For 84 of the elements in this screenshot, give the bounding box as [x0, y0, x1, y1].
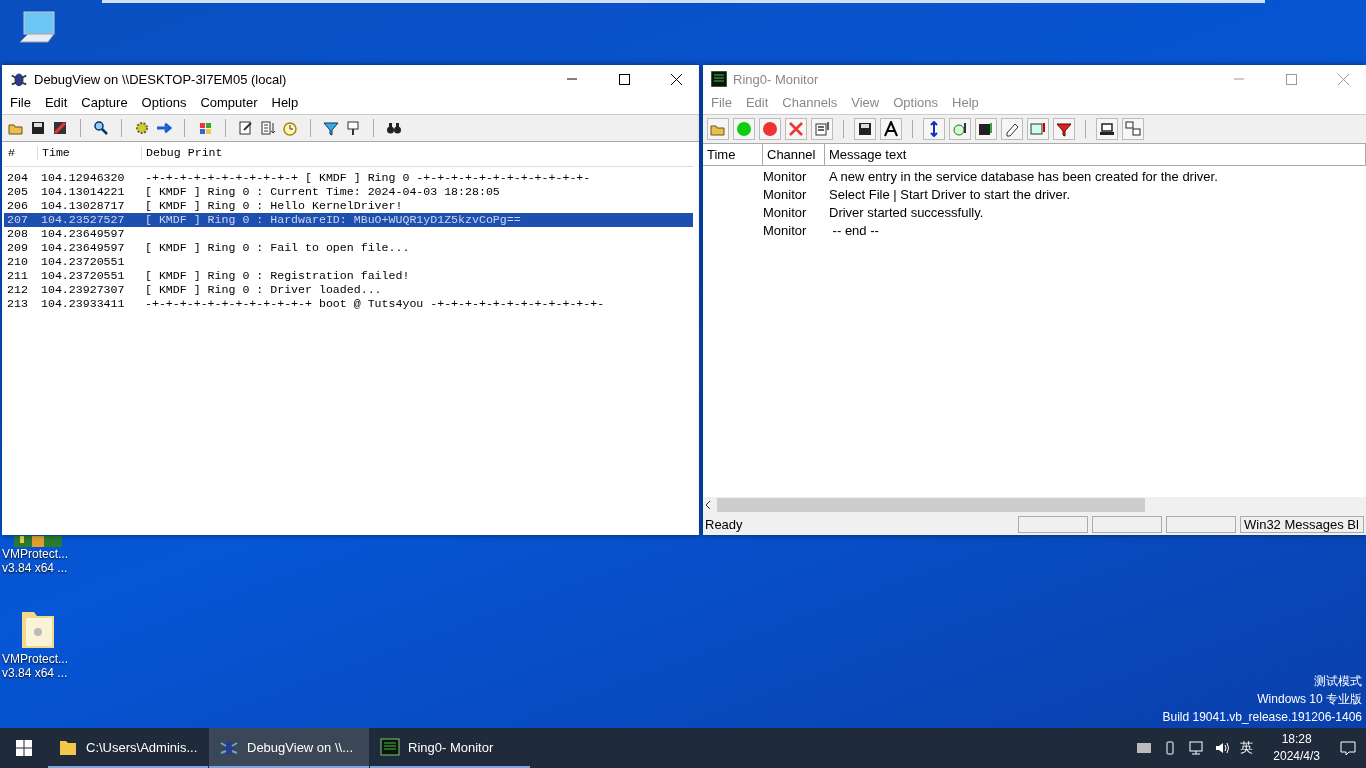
table-cell-text: A new entry in the service database has been created for the driver.	[829, 168, 1219, 186]
table-cell-text: [ KMDF ] Ring 0 : Current Time: 2024-04-03 18:28:05	[144, 185, 501, 199]
table-cell-text: 104.13014221	[40, 185, 126, 199]
status-pane	[1092, 515, 1162, 533]
table-cell-text: 104.13028717	[40, 199, 126, 213]
row-number: 206	[6, 199, 29, 213]
table-cell-text: -- end --	[831, 222, 880, 240]
taskbar-button[interactable]: C:\Users\Adminis...	[48, 728, 208, 768]
table-cell-text: Monitor	[763, 222, 808, 240]
status-pane	[1018, 515, 1088, 533]
icon-label[interactable]: v3.84 x64 ...	[0, 666, 68, 680]
column-header[interactable]: #	[4, 146, 38, 160]
windows-flag-icon[interactable]	[197, 120, 213, 136]
table-cell-text: 104.23927307	[40, 283, 126, 297]
icon-label[interactable]: VMProtect...	[0, 652, 69, 666]
os-notice: 测试模式	[1314, 673, 1362, 690]
filter-icon[interactable]	[323, 120, 339, 136]
speaker-icon[interactable]	[1214, 740, 1231, 756]
maximize-icon[interactable]	[618, 73, 630, 85]
edit-page-icon[interactable]	[238, 120, 254, 136]
icon-label[interactable]: VMProtect...	[0, 547, 69, 561]
column-header[interactable]: Debug Print	[142, 146, 693, 160]
column-header[interactable]: Time	[38, 146, 142, 160]
menu-item[interactable]: Computer	[200, 95, 258, 110]
menu-item[interactable]: Edit	[44, 95, 68, 110]
row-number: 208	[6, 227, 29, 241]
table-cell-text: Select File | Start Driver to start the driver.	[829, 186, 1072, 204]
row-number: 212	[6, 283, 29, 297]
taskbar-button[interactable]: DebugView on \\...	[209, 728, 369, 768]
table-cell: 104.23527527	[38, 213, 142, 227]
table-cell-text: Driver started successfully.	[829, 204, 985, 222]
table-cell-text: [ KMDF ] Ring 0 : Driver loaded...	[144, 283, 383, 297]
table-cell-text: -+-+-+-+-+-+-+-+-+-+-+-+ boot @ Tuts4you -+-+-+-+-+-+-+-+-+-+-+-+-	[144, 297, 606, 311]
save-icon[interactable]	[30, 120, 46, 136]
table-cell-text: [ KMDF ] Ring 0 : Hello KernelDriver!	[144, 199, 404, 213]
os-notice: Build 19041.vb_release.191206-1406	[1162, 709, 1362, 726]
table-cell: [ KMDF ] Ring 0 : HardwareID: MBuO+WUQR1yD1Z5kzvCoPg==	[142, 213, 693, 227]
arrow-icon[interactable]	[156, 120, 172, 136]
row-number: 204	[6, 171, 29, 185]
input-method[interactable]: 英	[1240, 739, 1254, 757]
menu-item[interactable]: Help	[271, 95, 299, 110]
table-cell-text: [ KMDF ] Ring 0 : Fail to open file...	[144, 241, 411, 255]
status-text: Ready	[705, 516, 744, 532]
row-number: 211	[6, 269, 29, 283]
table-cell-text: 104.23649597	[40, 241, 126, 255]
list-down-icon[interactable]	[260, 120, 276, 136]
binoculars-icon[interactable]	[386, 120, 402, 136]
table-cell-text: Monitor	[763, 168, 808, 186]
menu-item[interactable]: Options	[141, 95, 187, 110]
row-number: 207	[4, 213, 38, 227]
notification-icon[interactable]	[1340, 740, 1356, 756]
status-pane: Win32 Messages Bl	[1240, 515, 1364, 533]
table-cell-text: 104.23720551	[40, 269, 126, 283]
row-number: 209	[6, 241, 29, 255]
row-number: 210	[6, 255, 29, 269]
icon-label[interactable]: v3.84 x64 ...	[0, 561, 68, 575]
table-cell-text: -+-+-+-+-+-+-+-+-+-+-+ [ KMDF ] Ring 0 -+-+-+-+-+-+-+-+-+-+-+-+-	[144, 171, 592, 185]
table-cell-text: 104.23649597	[40, 227, 126, 241]
table-cell-text: 104.23933411	[40, 297, 126, 311]
menu-item[interactable]: File	[10, 95, 31, 110]
gear-icon[interactable]	[134, 120, 150, 136]
table-cell-text: Monitor	[763, 186, 808, 204]
window-title: DebugView on \\DESKTOP-3I7EM05 (local)	[34, 71, 288, 87]
clock-icon[interactable]	[282, 120, 298, 136]
vm-icon[interactable]	[1136, 740, 1153, 756]
menu-item[interactable]: Capture	[81, 95, 128, 110]
table-cell-text: [ KMDF ] Ring 0 : Registration failed!	[144, 269, 411, 283]
row-number: 205	[6, 185, 29, 199]
table-cell-text: 104.12946320	[40, 171, 126, 185]
close-icon[interactable]	[670, 73, 682, 85]
taskbar-button[interactable]: Ring0- Monitor	[370, 728, 530, 768]
table-cell-text: Monitor	[763, 204, 808, 222]
search-icon[interactable]	[93, 120, 109, 136]
row-number: 213	[6, 297, 29, 311]
table-cell-text: 104.23720551	[40, 255, 126, 269]
network-icon[interactable]	[1188, 740, 1205, 756]
windows-logo-icon[interactable]	[16, 740, 32, 756]
clear-icon[interactable]	[52, 120, 68, 136]
terminal-icon	[711, 71, 727, 87]
terminal-icon	[380, 737, 400, 757]
os-notice: Windows 10 专业版	[1257, 691, 1362, 708]
window-title: Ring0- Monitor	[733, 71, 820, 87]
status-pane	[1166, 515, 1236, 533]
clock[interactable]: 18:28 2024/4/3	[1273, 731, 1320, 765]
